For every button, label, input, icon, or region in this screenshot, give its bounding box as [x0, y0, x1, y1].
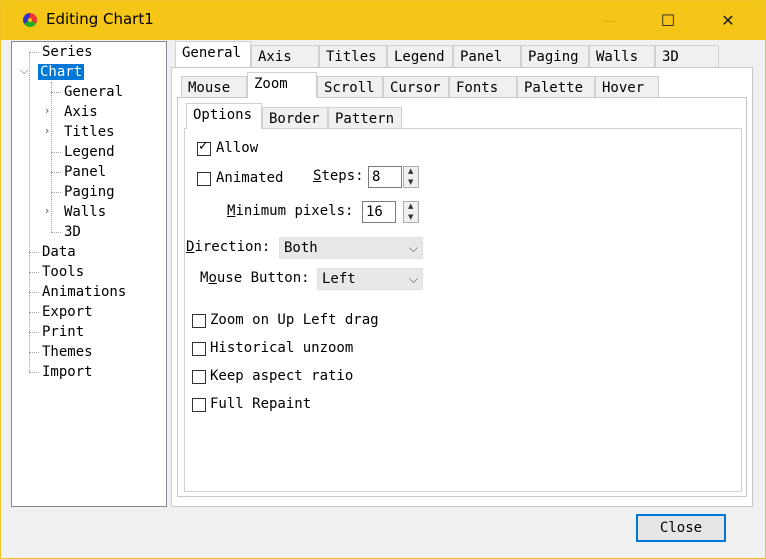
- zoom-up-left-checkbox[interactable]: [192, 314, 206, 328]
- tree-item-titles[interactable]: Titles: [62, 122, 117, 142]
- tab-cursor[interactable]: Cursor: [383, 76, 449, 98]
- zoom-up-left-label: Zoom on Up Left drag: [210, 312, 379, 328]
- tree-item-3d[interactable]: 3D: [62, 222, 83, 242]
- steps-label: Steps:: [313, 168, 364, 184]
- close-button[interactable]: Close: [636, 514, 726, 542]
- tab-walls[interactable]: Walls: [589, 45, 655, 67]
- tree-item-import[interactable]: Import: [40, 362, 95, 382]
- tab-3d[interactable]: 3D: [655, 45, 719, 67]
- tree-item-chart[interactable]: Chart: [38, 62, 85, 82]
- close-window-icon[interactable]: ✕: [705, 1, 751, 40]
- chevron-down-icon: ⌵: [408, 272, 418, 286]
- mouse-button-label: Mouse Button:: [200, 270, 310, 286]
- tree-item-legend[interactable]: Legend: [62, 142, 117, 162]
- keep-aspect-ratio-label: Keep aspect ratio: [210, 368, 354, 384]
- tree-item-walls[interactable]: Walls: [62, 202, 108, 222]
- tab-mouse[interactable]: Mouse: [181, 76, 247, 98]
- steps-input[interactable]: 8: [368, 166, 402, 188]
- minimum-pixels-label: Minimum pixels:: [227, 203, 354, 219]
- settings-tree[interactable]: Series ⌵ Chart General › Axis › Titles L…: [11, 41, 167, 507]
- direction-value: Both: [284, 240, 318, 256]
- tab-legend[interactable]: Legend: [387, 45, 453, 67]
- minimum-pixels-spinner[interactable]: ▲ ▼: [403, 201, 419, 223]
- tree-item-themes[interactable]: Themes: [40, 342, 95, 362]
- tree-item-export[interactable]: Export: [40, 302, 95, 322]
- tab-zoom[interactable]: Zoom: [247, 72, 317, 98]
- tab-titles[interactable]: Titles: [319, 45, 387, 67]
- animated-label: Animated: [216, 170, 284, 186]
- tree-item-general[interactable]: General: [62, 82, 125, 102]
- minimum-pixels-input[interactable]: 16: [362, 201, 396, 223]
- chevron-right-icon[interactable]: ›: [45, 104, 49, 117]
- tab-scroll[interactable]: Scroll: [317, 76, 383, 98]
- chevron-right-icon[interactable]: ›: [45, 124, 49, 137]
- tab-axis[interactable]: Axis: [251, 45, 319, 67]
- tree-item-animations[interactable]: Animations: [40, 282, 128, 302]
- chevron-down-icon[interactable]: ⌵: [20, 64, 28, 78]
- tree-item-panel[interactable]: Panel: [62, 162, 108, 182]
- title-bar[interactable]: Editing Chart1 — ☐ ✕: [1, 1, 765, 40]
- tab-panel[interactable]: Panel: [453, 45, 521, 67]
- direction-select[interactable]: Both ⌵: [279, 237, 423, 259]
- direction-label: Direction:: [186, 239, 271, 255]
- window-title: Editing Chart1: [46, 10, 154, 28]
- tab-paging[interactable]: Paging: [521, 45, 589, 67]
- allow-label: Allow: [216, 140, 259, 156]
- tree-item-data[interactable]: Data: [40, 242, 78, 262]
- mouse-button-value: Left: [322, 271, 356, 287]
- historical-unzoom-label: Historical unzoom: [210, 340, 354, 356]
- minimize-icon[interactable]: —: [587, 1, 633, 40]
- chevron-right-icon[interactable]: ›: [45, 204, 49, 217]
- tree-item-axis[interactable]: Axis: [62, 102, 100, 122]
- full-repaint-checkbox[interactable]: [192, 398, 206, 412]
- tree-item-paging[interactable]: Paging: [62, 182, 117, 202]
- full-repaint-label: Full Repaint: [210, 396, 312, 412]
- tab-hover[interactable]: Hover: [595, 76, 659, 98]
- allow-checkbox[interactable]: [197, 139, 211, 156]
- tree-item-series[interactable]: Series: [40, 42, 95, 62]
- tab-general[interactable]: General: [175, 41, 251, 67]
- tree-item-tools[interactable]: Tools: [40, 262, 86, 282]
- tab-options[interactable]: Options: [186, 103, 262, 129]
- tab-palette[interactable]: Palette: [517, 76, 595, 98]
- historical-unzoom-checkbox[interactable]: [192, 342, 206, 356]
- tab-border[interactable]: Border: [262, 107, 328, 129]
- app-icon: [23, 13, 37, 27]
- keep-aspect-ratio-checkbox[interactable]: [192, 370, 206, 384]
- tab-pattern[interactable]: Pattern: [328, 107, 402, 129]
- animated-checkbox[interactable]: [197, 172, 211, 186]
- tree-item-print[interactable]: Print: [40, 322, 86, 342]
- steps-spinner[interactable]: ▲ ▼: [403, 166, 419, 188]
- mouse-button-select[interactable]: Left ⌵: [317, 268, 423, 290]
- maximize-icon[interactable]: ☐: [645, 1, 691, 40]
- chevron-down-icon: ⌵: [408, 241, 418, 255]
- tab-fonts[interactable]: Fonts: [449, 76, 517, 98]
